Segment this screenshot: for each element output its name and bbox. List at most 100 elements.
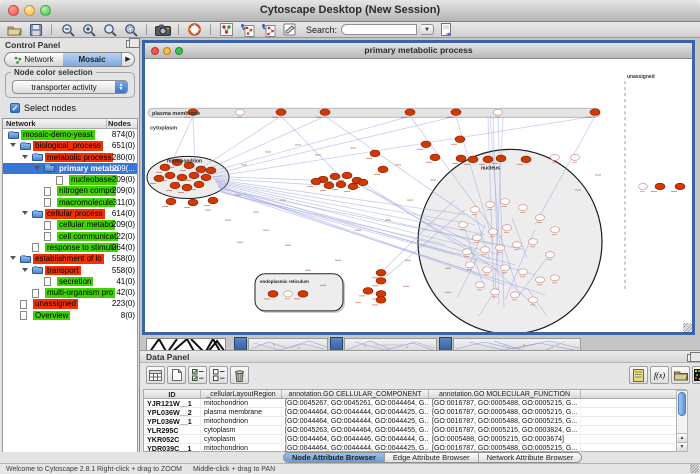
table-cell[interactable]: cytoplasm xyxy=(201,435,282,443)
network-node[interactable] xyxy=(486,202,495,208)
float-panel-icon[interactable] xyxy=(126,40,135,48)
expand-arrow-icon[interactable] xyxy=(22,211,28,215)
zoom-in-icon[interactable] xyxy=(80,23,97,37)
network-node-selected[interactable] xyxy=(320,109,330,116)
network-node-selected[interactable] xyxy=(358,179,368,186)
network-tree-row[interactable]: nucleobase-209(0) xyxy=(3,174,137,185)
annotation-notepad-icon[interactable] xyxy=(629,366,648,384)
network-tree-row[interactable]: transport558(0) xyxy=(3,265,137,276)
zoom-window-icon[interactable] xyxy=(175,47,183,55)
network-node-selected[interactable] xyxy=(430,154,440,161)
table-row[interactable]: YJR121W__1mitochondrion[GO:0045267, GO:0… xyxy=(144,399,685,408)
network-node-selected[interactable] xyxy=(675,183,685,190)
table-row[interactable]: YKR052Ccytoplasm[GO:0044464, GO:0044446,… xyxy=(144,435,685,444)
background-window-titlebar[interactable] xyxy=(439,337,452,350)
background-window-fragment[interactable] xyxy=(248,338,328,350)
network-node[interactable] xyxy=(481,247,490,253)
network-node[interactable] xyxy=(466,262,475,268)
network-node[interactable] xyxy=(284,291,293,297)
scroll-up-icon[interactable]: ▲ xyxy=(677,433,687,442)
expand-arrow-icon[interactable] xyxy=(34,166,40,170)
network-edge[interactable] xyxy=(205,116,410,173)
network-node-selected[interactable] xyxy=(324,182,334,189)
network-node[interactable] xyxy=(513,242,522,248)
network-node-selected[interactable] xyxy=(451,109,461,116)
network-tree-row[interactable]: cell communicat22(0) xyxy=(3,231,137,242)
network-edge[interactable] xyxy=(207,116,456,175)
table-row[interactable]: YLR295Ccytoplasm[GO:0045263, GO:0044464,… xyxy=(144,426,685,435)
network-node[interactable] xyxy=(459,222,468,228)
float-panel-icon[interactable] xyxy=(687,354,696,362)
table-cell[interactable]: [GO:0045263, GO:0044464, GO:0044455, G..… xyxy=(282,426,429,434)
open-icon[interactable] xyxy=(6,23,23,37)
network-tree-row[interactable]: metabolic process280(0) xyxy=(3,152,137,163)
tree-col-nodes[interactable]: Nodes xyxy=(107,119,137,128)
network-tree-row[interactable]: macromolecule311(0) xyxy=(3,197,137,208)
app-resize-grip[interactable] xyxy=(690,464,699,473)
network-node-selected[interactable] xyxy=(177,174,187,181)
network-tree-row[interactable]: establishment of lo558(0) xyxy=(3,253,137,264)
network-node-selected[interactable] xyxy=(376,291,386,298)
tab-network-attribute-browser[interactable]: Network Attribute Browser xyxy=(479,453,582,462)
table-cell[interactable]: [GO:0044464, GO:0044444, GO:0044425, G..… xyxy=(282,408,429,416)
network-node-selected[interactable] xyxy=(276,109,286,116)
minimize-icon[interactable] xyxy=(163,47,171,55)
table-cell[interactable]: cytoplasm xyxy=(201,426,282,434)
network-node[interactable] xyxy=(501,265,510,271)
network-node[interactable] xyxy=(551,154,560,160)
table-cell[interactable]: YDR039C__1 xyxy=(144,444,201,452)
save-attributes-icon[interactable] xyxy=(438,23,455,37)
network-node[interactable] xyxy=(476,282,485,288)
network-window-titlebar[interactable]: primary metabolic process xyxy=(145,43,692,59)
network-tree-row[interactable]: nitrogen compo209(0) xyxy=(3,185,137,196)
minimize-icon[interactable] xyxy=(24,5,35,16)
network-node[interactable] xyxy=(236,109,245,115)
zoom-fit-icon[interactable] xyxy=(101,23,118,37)
network-node-selected[interactable] xyxy=(189,172,199,179)
table-cell[interactable]: YPL036W__1 xyxy=(144,417,201,425)
col-region[interactable]: _cellularLayoutRegion xyxy=(201,390,282,398)
table-cell[interactable]: YJR121W__1 xyxy=(144,399,201,407)
network-tree-row[interactable]: response to stimulu264(0) xyxy=(3,242,137,253)
table-cell[interactable]: [GO:0016787, GO:0005215, GO:0003824, G..… xyxy=(429,426,581,434)
background-window-titlebar[interactable] xyxy=(234,337,247,350)
network-node[interactable] xyxy=(501,199,510,205)
network-node-selected[interactable] xyxy=(206,167,216,174)
network-node-selected[interactable] xyxy=(298,291,308,298)
network-tree-row[interactable]: secretion41(0) xyxy=(3,276,137,287)
network-tree-row[interactable]: biological_process651(0) xyxy=(3,140,137,151)
network-node[interactable] xyxy=(546,252,555,258)
network-node-selected[interactable] xyxy=(590,109,600,116)
unselect-attributes-icon[interactable] xyxy=(209,366,228,384)
help-icon[interactable] xyxy=(186,23,203,37)
network-node[interactable] xyxy=(519,205,528,211)
network-node-selected[interactable] xyxy=(376,269,386,276)
network-node-selected[interactable] xyxy=(468,156,478,163)
network-node[interactable] xyxy=(489,229,498,235)
network-node-selected[interactable] xyxy=(342,172,352,179)
vizmapper-icon[interactable] xyxy=(218,23,235,37)
table-row[interactable]: YPL036W__2plasma membrane[GO:0044464, GO… xyxy=(144,408,685,417)
scrollbar-thumb[interactable] xyxy=(678,392,686,416)
background-window-fragment[interactable] xyxy=(344,338,437,350)
network-node-selected[interactable] xyxy=(370,150,380,157)
network-tree-row[interactable]: multi-organism pro42(0) xyxy=(3,287,137,298)
background-window-fragment[interactable] xyxy=(146,338,226,350)
network-node-selected[interactable] xyxy=(376,278,386,285)
new-attribute-icon[interactable] xyxy=(167,366,186,384)
network-node-selected[interactable] xyxy=(496,155,506,162)
delete-attribute-icon[interactable] xyxy=(230,366,249,384)
table-cell[interactable]: plasma membrane xyxy=(201,408,282,416)
background-window-fragment[interactable] xyxy=(453,338,581,350)
network-node[interactable] xyxy=(519,269,528,275)
network-node[interactable] xyxy=(494,109,503,115)
network-node-selected[interactable] xyxy=(376,297,386,304)
node-color-dropdown[interactable]: transporter activity ▲▼ xyxy=(12,80,128,94)
table-cell[interactable]: [GO:0016787, GO:0005488, GO:0005215, G..… xyxy=(429,408,581,416)
table-scrollbar[interactable]: ▲ ▼ xyxy=(676,390,688,452)
close-icon[interactable] xyxy=(8,5,19,16)
table-cell[interactable]: YKR052C xyxy=(144,435,201,443)
table-cell[interactable]: mitochondrion xyxy=(201,399,282,407)
network-node-selected[interactable] xyxy=(363,288,373,295)
select-nodes-checkbox[interactable]: ✓ xyxy=(10,103,20,113)
